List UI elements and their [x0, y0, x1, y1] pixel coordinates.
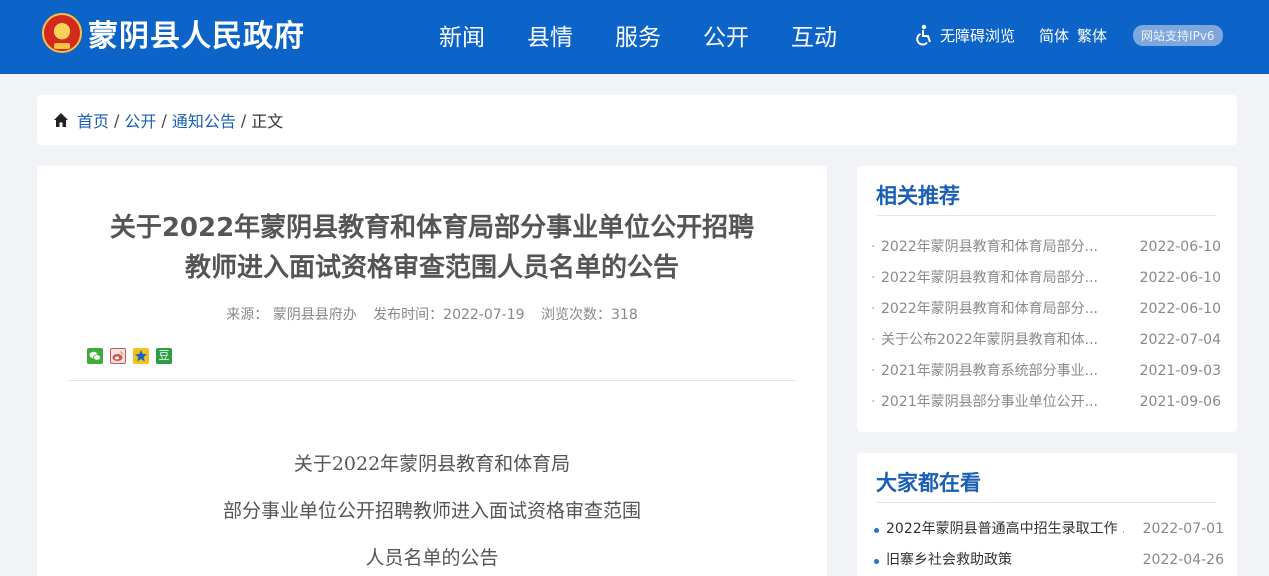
related-item[interactable]: 2022年蒙阴县教育和体育局部分... 2022-06-10	[871, 263, 1221, 294]
related-item[interactable]: 关于公布2022年蒙阴县教育和体... 2022-07-04	[871, 325, 1221, 356]
popular-panel: 大家都在看 2022年蒙阴县普通高中招生录取工作 ... 2022-07-01 旧…	[857, 453, 1237, 576]
article-body: 关于2022年蒙阴县教育和体育局 部分事业单位公开招聘教师进入面试资格审查范围 …	[37, 448, 827, 576]
article-divider	[67, 380, 797, 381]
popular-item-title[interactable]: 2022年蒙阴县普通高中招生录取工作 ...	[874, 514, 1124, 545]
popular-item-date: 2022-04-26	[1142, 552, 1224, 568]
popular-item[interactable]: 旧寨乡社会救助政策 2022-04-26	[874, 545, 1224, 576]
lang-traditional-link[interactable]: 繁体	[1077, 25, 1107, 46]
nav-item-county-info[interactable]: 县情	[506, 18, 594, 52]
related-item-title[interactable]: 2021年蒙阴县部分事业单位公开...	[871, 387, 1111, 418]
accessibility-link[interactable]: 无障碍浏览	[940, 25, 1015, 46]
related-item[interactable]: 2022年蒙阴县教育和体育局部分... 2022-06-10	[871, 232, 1221, 263]
site-logo[interactable]: 蒙阴县人民政府	[42, 11, 305, 55]
related-item-date: 2022-07-04	[1139, 332, 1221, 348]
related-panel: 相关推荐 2022年蒙阴县教育和体育局部分... 2022-06-10 2022年…	[857, 166, 1237, 432]
popular-item[interactable]: 2022年蒙阴县普通高中招生录取工作 ... 2022-07-01	[874, 514, 1224, 545]
related-item-title[interactable]: 2022年蒙阴县教育和体育局部分...	[871, 263, 1111, 294]
nav-item-news[interactable]: 新闻	[418, 18, 506, 52]
related-item-date: 2022-06-10	[1139, 301, 1221, 317]
share-bar: 豆	[87, 348, 179, 364]
lang-simplified-link[interactable]: 简体	[1039, 25, 1069, 46]
related-item-title[interactable]: 2021年蒙阴县教育系统部分事业...	[871, 356, 1111, 387]
nav-item-interaction[interactable]: 互动	[770, 18, 858, 52]
nav-item-service[interactable]: 服务	[594, 18, 682, 52]
accessibility-icon[interactable]	[914, 24, 934, 46]
related-item[interactable]: 2022年蒙阴县教育和体育局部分... 2022-06-10	[871, 294, 1221, 325]
wechat-share-icon[interactable]	[87, 348, 103, 364]
article-publish-time: 发布时间：2022-07-19	[373, 307, 525, 323]
related-item[interactable]: 2021年蒙阴县部分事业单位公开... 2021-09-06	[871, 387, 1221, 418]
national-emblem-icon	[42, 13, 82, 53]
breadcrumb-notice-link[interactable]: 通知公告	[172, 108, 236, 132]
related-item-date: 2022-06-10	[1139, 239, 1221, 255]
main-nav: 新闻 县情 服务 公开 互动	[418, 18, 858, 52]
popular-divider	[876, 502, 1216, 503]
related-item[interactable]: 2021年蒙阴县教育系统部分事业... 2021-09-03	[871, 356, 1221, 387]
article-title-line-2: 教师进入面试资格审查范围人员名单的公告	[184, 253, 679, 283]
article-title: 关于2022年蒙阴县教育和体育局部分事业单位公开招聘 教师进入面试资格审查范围人…	[97, 208, 767, 288]
related-divider	[876, 215, 1216, 216]
related-item-date: 2022-06-10	[1139, 270, 1221, 286]
popular-item-date: 2022-07-01	[1142, 521, 1224, 537]
popular-item-title[interactable]: 旧寨乡社会救助政策	[874, 545, 1124, 576]
douban-share-icon[interactable]: 豆	[156, 348, 172, 364]
top-header: 蒙阴县人民政府 新闻 县情 服务 公开 互动 无障碍浏览 简体 繁体 网站支持I…	[0, 0, 1269, 74]
related-item-title[interactable]: 2022年蒙阴县教育和体育局部分...	[871, 294, 1111, 325]
qzone-share-icon[interactable]	[133, 348, 149, 364]
article-views: 浏览次数：318	[541, 307, 638, 323]
popular-title: 大家都在看	[876, 471, 981, 495]
breadcrumb-public-link[interactable]: 公开	[124, 108, 156, 132]
related-item-title[interactable]: 关于公布2022年蒙阴县教育和体...	[871, 325, 1111, 356]
related-title: 相关推荐	[876, 184, 960, 208]
site-title: 蒙阴县人民政府	[88, 19, 305, 54]
breadcrumb: 首页 / 公开 / 通知公告 / 正文	[37, 95, 1237, 145]
breadcrumb-current: 正文	[251, 112, 284, 131]
breadcrumb-separator: /	[114, 110, 120, 130]
weibo-share-icon[interactable]	[110, 348, 126, 364]
header-tools: 无障碍浏览 简体 繁体 网站支持IPv6	[914, 24, 1223, 46]
home-icon	[54, 113, 68, 127]
related-item-date: 2021-09-06	[1139, 394, 1221, 410]
ipv6-badge: 网站支持IPv6	[1133, 24, 1223, 46]
article-panel: 关于2022年蒙阴县教育和体育局部分事业单位公开招聘 教师进入面试资格审查范围人…	[37, 166, 827, 576]
breadcrumb-separator: /	[240, 110, 247, 130]
article-body-line: 人员名单的公告	[365, 547, 499, 569]
breadcrumb-home-link[interactable]: 首页	[77, 108, 109, 132]
nav-item-public[interactable]: 公开	[682, 18, 770, 52]
article-body-line: 关于2022年蒙阴县教育和体育局	[293, 453, 571, 475]
related-item-title[interactable]: 2022年蒙阴县教育和体育局部分...	[871, 232, 1111, 263]
article-title-line-1: 关于2022年蒙阴县教育和体育局部分事业单位公开招聘	[109, 213, 755, 243]
popular-list: 2022年蒙阴县普通高中招生录取工作 ... 2022-07-01 旧寨乡社会救助…	[874, 514, 1224, 576]
article-source: 来源： 蒙阴县县府办	[226, 307, 357, 323]
related-list: 2022年蒙阴县教育和体育局部分... 2022-06-10 2022年蒙阴县教育…	[871, 232, 1221, 418]
breadcrumb-separator: /	[161, 110, 167, 130]
article-meta: 来源： 蒙阴县县府办 发布时间：2022-07-19 浏览次数：318	[37, 304, 827, 324]
related-item-date: 2021-09-03	[1139, 363, 1221, 379]
article-body-line: 部分事业单位公开招聘教师进入面试资格审查范围	[222, 500, 641, 522]
